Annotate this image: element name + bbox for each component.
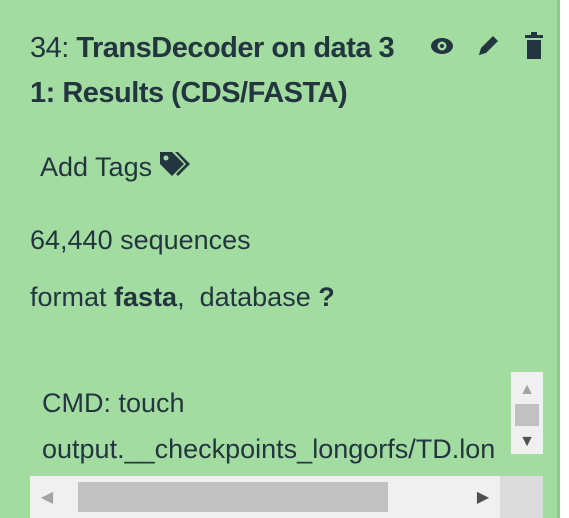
trash-icon[interactable] [518,30,550,62]
add-tags-button[interactable]: Add Tags [40,150,192,185]
dataset-hid: 34: [30,32,69,64]
vertical-scrollbar[interactable]: ▲ ▼ [511,372,543,454]
dataset-title-row: 34: TransDecoder on data 3 1: Results (C… [30,26,550,126]
tags-icon [158,150,192,185]
dataset-panel: 34: TransDecoder on data 3 1: Results (C… [0,0,560,518]
peek-line: CMD: touch [42,388,185,418]
format-line: format fasta, database ? [30,282,335,313]
format-value: fasta [114,282,178,312]
scroll-up-icon[interactable]: ▲ [511,376,543,404]
sequence-count: 64,440 sequences [30,225,251,255]
add-tags-label: Add Tags [40,152,153,182]
format-label: format [30,282,107,312]
scroll-left-icon[interactable]: ◀ [30,476,64,518]
pencil-icon[interactable] [472,30,504,62]
horizontal-scrollbar[interactable]: ◀ ▶ [30,476,500,518]
scroll-down-icon[interactable]: ▼ [511,428,543,456]
dataset-peek: CMD: touch output.__checkpoints_longorfs… [30,362,543,518]
scroll-right-icon[interactable]: ▶ [466,476,500,518]
vertical-scroll-thumb[interactable] [515,404,539,426]
database-value[interactable]: ? [318,282,335,312]
dataset-name: TransDecoder on data 3 1: Results (CDS/F… [30,32,395,109]
scrollbar-corner [500,476,543,518]
horizontal-scroll-thumb[interactable] [78,482,388,512]
format-separator: , [177,282,185,312]
peek-line: output.__checkpoints_longorfs/TD.lon [42,434,496,464]
database-label: database [199,282,311,312]
dataset-title[interactable]: 34: TransDecoder on data 3 1: Results (C… [30,26,405,116]
peek-content: CMD: touch output.__checkpoints_longorfs… [42,380,502,472]
dataset-actions [426,30,550,62]
eye-icon[interactable] [426,30,458,62]
